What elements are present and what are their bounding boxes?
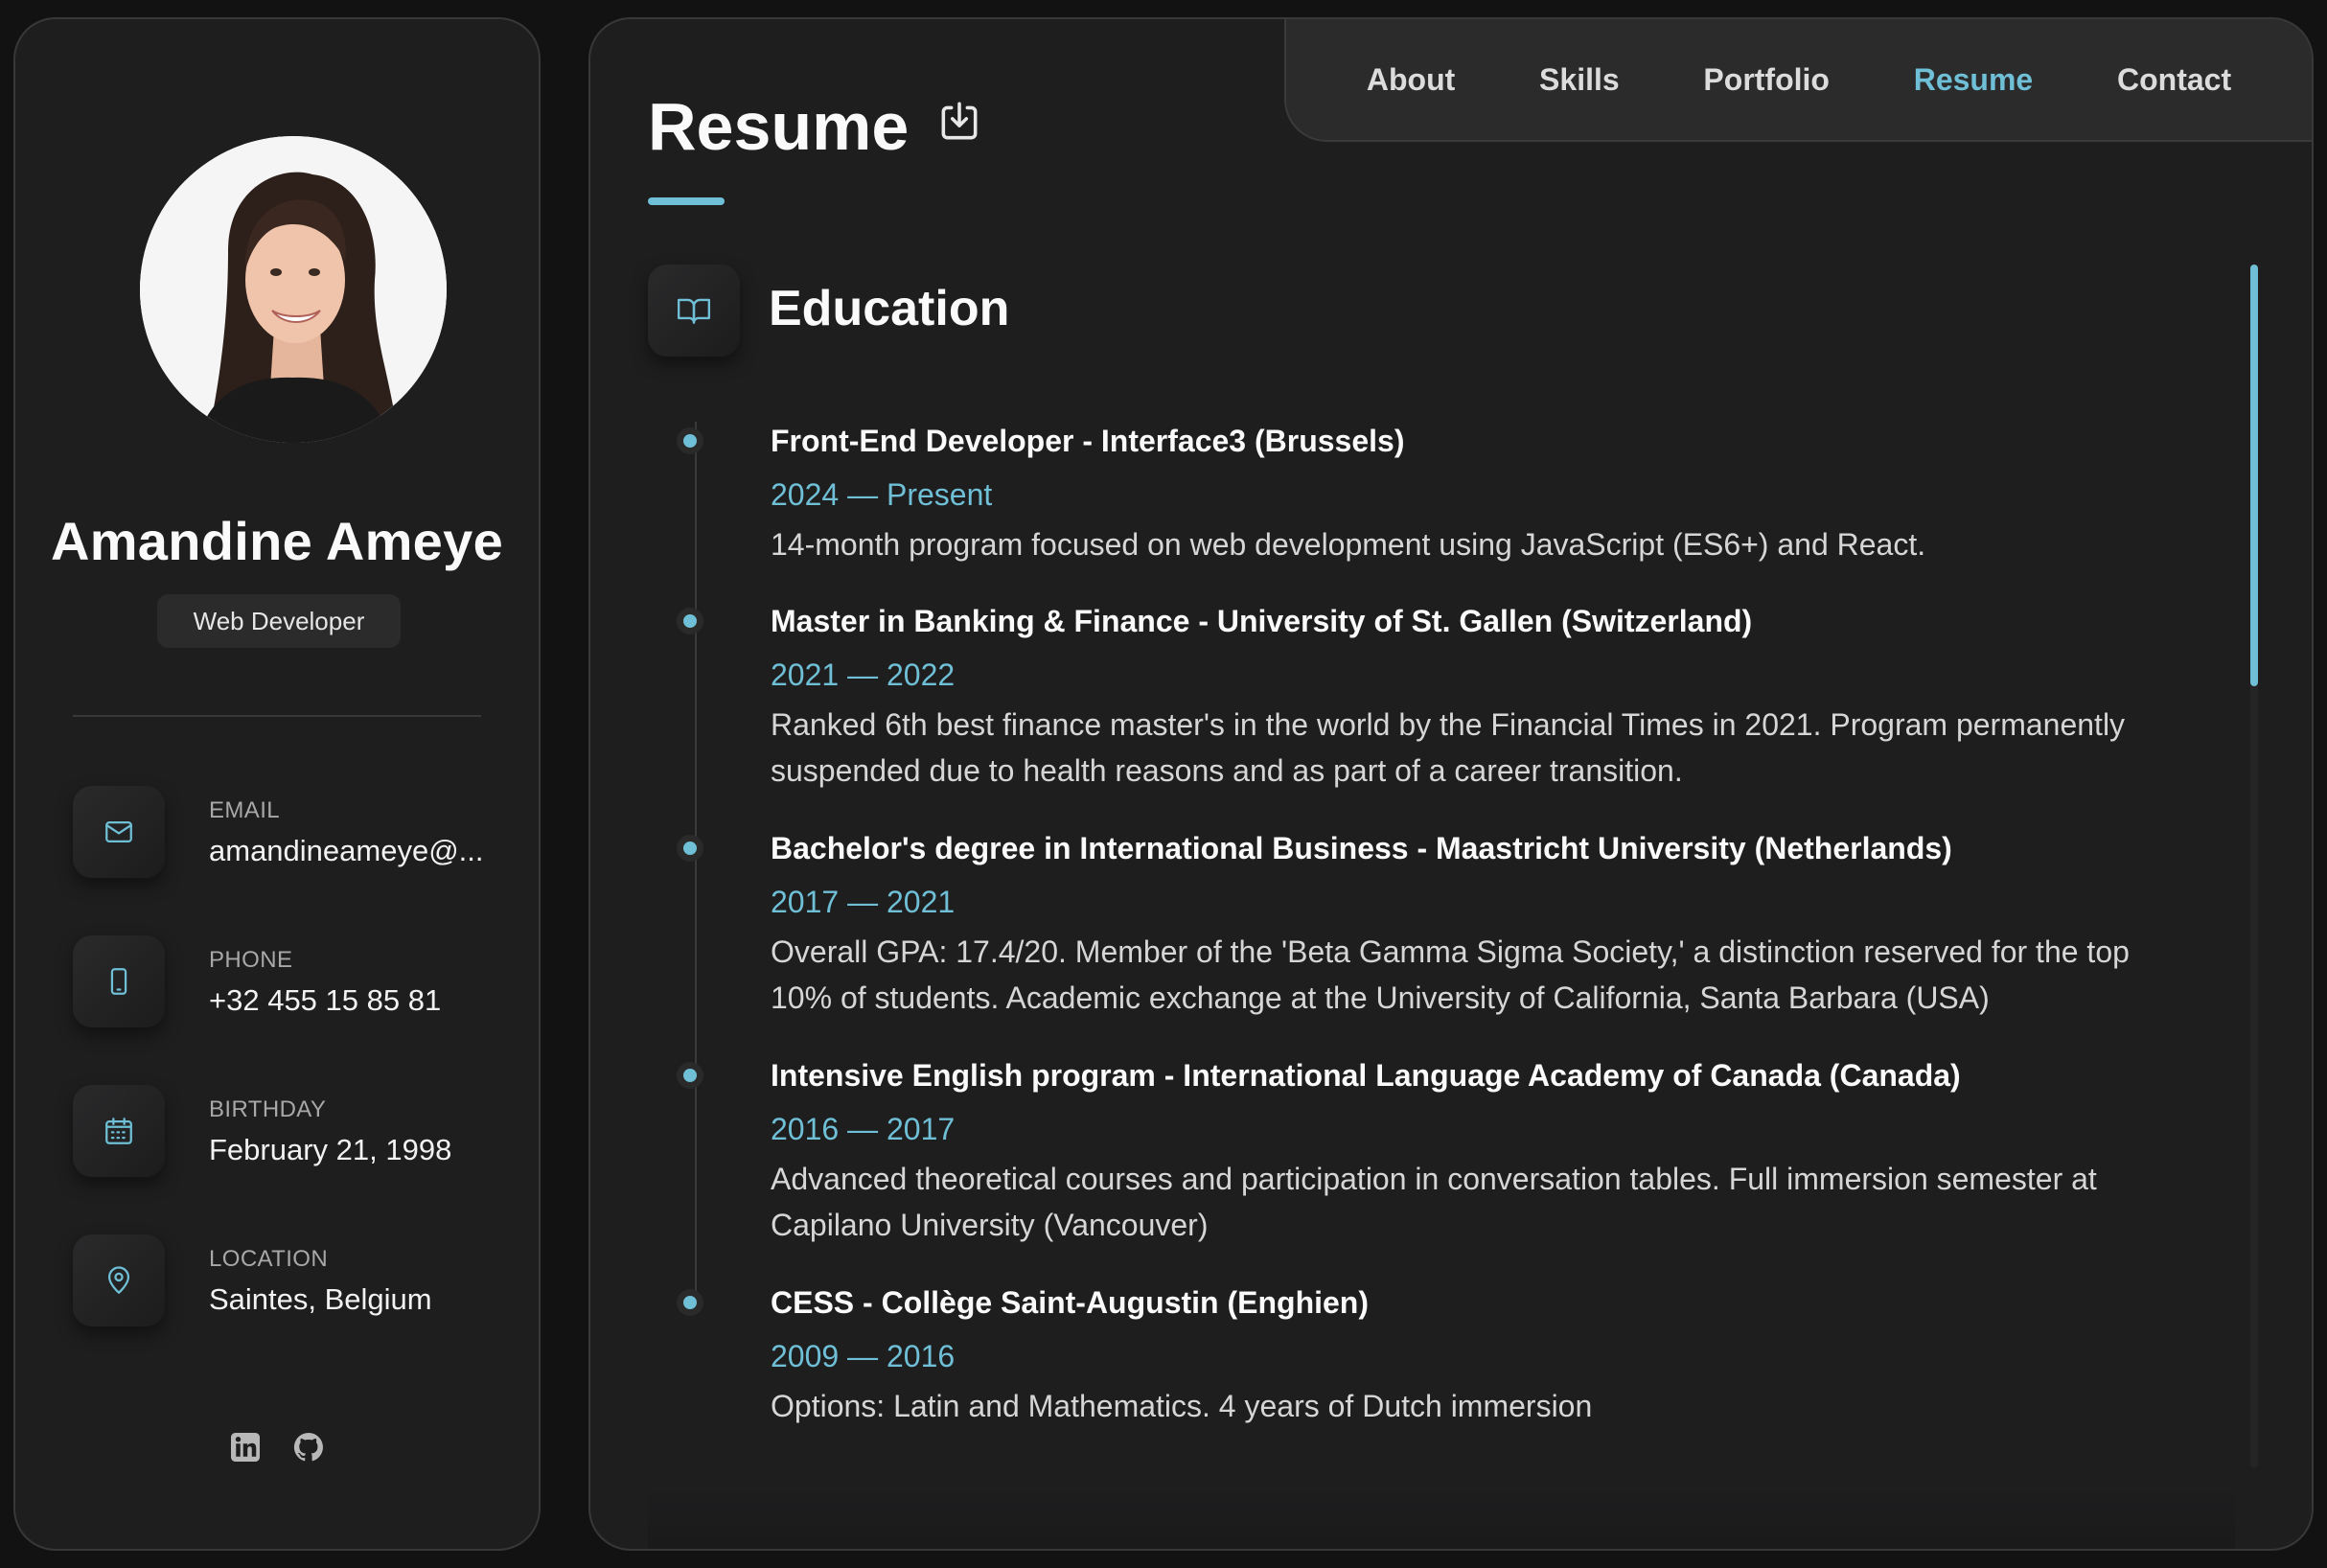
nav-skills[interactable]: Skills bbox=[1539, 62, 1620, 98]
smartphone-icon bbox=[73, 935, 165, 1027]
timeline-item-date: 2016 — 2017 bbox=[771, 1112, 956, 1146]
download-icon[interactable] bbox=[935, 98, 983, 146]
timeline-item: Intensive English program - Internationa… bbox=[677, 1056, 2170, 1248]
contact-phone: Phone +32 455 15 85 81 bbox=[73, 935, 523, 1027]
contact-birthday: Birthday February 21, 1998 bbox=[73, 1085, 523, 1177]
avatar-photo bbox=[140, 136, 447, 443]
contact-location: Location Saintes, Belgium bbox=[73, 1234, 523, 1326]
timeline-item: Master in Banking & Finance - University… bbox=[677, 602, 2170, 794]
timeline-dot bbox=[677, 608, 703, 634]
scrollbar[interactable] bbox=[2250, 265, 2258, 1468]
birthday-value: February 21, 1998 bbox=[209, 1133, 452, 1166]
nav-about[interactable]: About bbox=[1367, 62, 1455, 98]
mail-icon bbox=[73, 786, 165, 878]
calendar-icon bbox=[73, 1085, 165, 1177]
timeline-item-date: 2009 — 2016 bbox=[771, 1339, 956, 1373]
title-underline bbox=[648, 197, 725, 205]
timeline-item: CESS - Collège Saint-Augustin (Enghien) … bbox=[677, 1283, 2170, 1429]
profile-name: Amandine Ameye bbox=[50, 511, 504, 571]
timeline-item-title: CESS - Collège Saint-Augustin (Enghien) bbox=[771, 1285, 1369, 1320]
scrollbar-thumb[interactable] bbox=[2250, 265, 2258, 686]
linkedin-icon[interactable] bbox=[228, 1430, 263, 1464]
contact-label: Email bbox=[209, 797, 281, 823]
contact-label: Birthday bbox=[209, 1096, 327, 1122]
book-open-icon bbox=[648, 265, 740, 357]
timeline-item-title: Front-End Developer - Interface3 (Brusse… bbox=[771, 424, 1405, 458]
sidebar-divider bbox=[73, 715, 481, 717]
scroll-fade bbox=[648, 1482, 2235, 1549]
profile-sidebar: Amandine Ameye Web Developer Email amand… bbox=[13, 17, 541, 1551]
nav-portfolio[interactable]: Portfolio bbox=[1703, 62, 1830, 98]
phone-link[interactable]: +32 455 15 85 81 bbox=[209, 983, 441, 1018]
timeline-item-description: Options: Latin and Mathematics. 4 years … bbox=[771, 1389, 1593, 1423]
section-title-education: Education bbox=[769, 281, 1010, 336]
timeline-item-description: Ranked 6th best finance master's in the … bbox=[771, 707, 2126, 788]
timeline-dot bbox=[677, 1062, 703, 1089]
timeline-item-title: Intensive English program - Internationa… bbox=[771, 1058, 1961, 1093]
contact-email: Email amandineameye@... bbox=[73, 786, 523, 878]
main-panel: About Skills Portfolio Resume Contact Re… bbox=[588, 17, 2314, 1551]
contact-label: Location bbox=[209, 1246, 329, 1272]
top-navbar: About Skills Portfolio Resume Contact bbox=[1284, 19, 2312, 142]
timeline-dot bbox=[677, 427, 703, 454]
avatar bbox=[140, 136, 447, 443]
timeline-item-date: 2024 — Present bbox=[771, 477, 993, 512]
nav-contact[interactable]: Contact bbox=[2117, 62, 2231, 98]
timeline-item-date: 2017 — 2021 bbox=[771, 885, 956, 919]
nav-resume[interactable]: Resume bbox=[1914, 62, 2034, 98]
role-badge: Web Developer bbox=[157, 594, 401, 648]
timeline-item: Front-End Developer - Interface3 (Brusse… bbox=[677, 422, 2170, 567]
timeline-item-date: 2021 — 2022 bbox=[771, 657, 956, 692]
location-value: Saintes, Belgium bbox=[209, 1282, 432, 1316]
map-pin-icon bbox=[73, 1234, 165, 1326]
timeline-item-description: Advanced theoretical courses and partici… bbox=[771, 1162, 2097, 1242]
contact-label: Phone bbox=[209, 947, 293, 973]
timeline-item-title: Master in Banking & Finance - University… bbox=[771, 604, 1753, 638]
timeline-dot bbox=[677, 835, 703, 862]
timeline-dot bbox=[677, 1289, 703, 1316]
timeline-item-description: Overall GPA: 17.4/20. Member of the 'Bet… bbox=[771, 934, 2130, 1015]
timeline-item: Bachelor's degree in International Busin… bbox=[677, 829, 2170, 1021]
github-icon[interactable] bbox=[291, 1430, 326, 1464]
timeline-item-description: 14-month program focused on web developm… bbox=[771, 527, 1926, 562]
timeline-item-title: Bachelor's degree in International Busin… bbox=[771, 831, 1952, 865]
social-links bbox=[15, 1430, 539, 1464]
email-link[interactable]: amandineameye@... bbox=[209, 834, 484, 868]
page-title: Resume bbox=[648, 89, 910, 164]
